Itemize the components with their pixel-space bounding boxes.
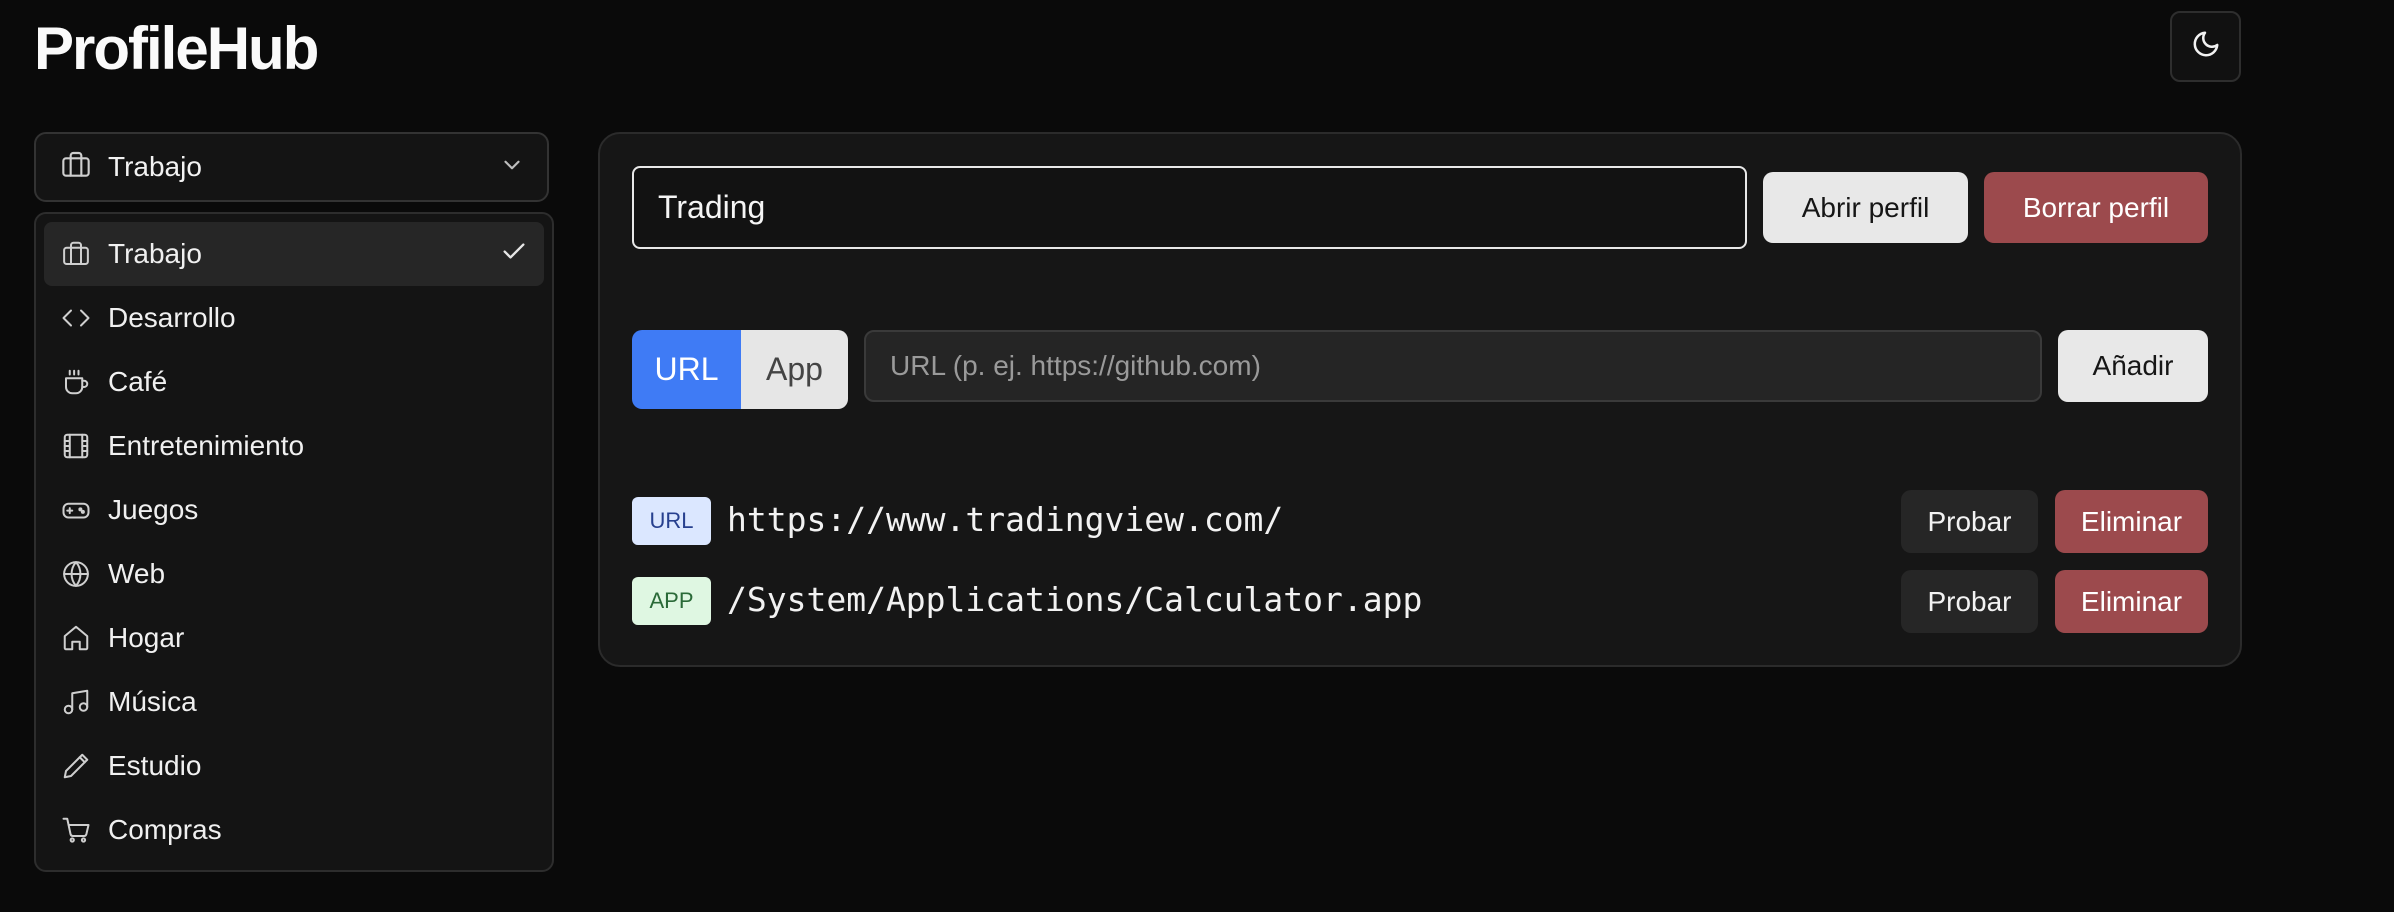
- entry-path: https://www.tradingview.com/: [727, 500, 1284, 539]
- chevron-down-icon: [499, 152, 525, 183]
- menu-item-entretenimiento[interactable]: Entretenimiento: [44, 414, 544, 478]
- cart-icon: [60, 814, 92, 846]
- menu-item-juegos[interactable]: Juegos: [44, 478, 544, 542]
- menu-item-cafe[interactable]: Café: [44, 350, 544, 414]
- moon-icon: [2191, 29, 2221, 64]
- test-entry-button[interactable]: Probar: [1901, 490, 2038, 553]
- app-logo: ProfileHub: [34, 15, 319, 82]
- menu-item-label: Desarrollo: [108, 302, 236, 333]
- menu-item-desarrollo[interactable]: Desarrollo: [44, 286, 544, 350]
- gamepad-icon: [60, 494, 92, 526]
- menu-item-musica[interactable]: Música: [44, 670, 544, 734]
- profile-name-input[interactable]: Trading: [632, 166, 1747, 249]
- entry-type-toggle: URL App: [632, 330, 848, 409]
- type-option-app[interactable]: App: [741, 330, 848, 409]
- entry-type-badge: APP: [632, 577, 711, 625]
- film-icon: [60, 430, 92, 462]
- music-icon: [60, 686, 92, 718]
- url-input[interactable]: URL (p. ej. https://github.com): [864, 330, 2042, 402]
- profile-select-value: Trabajo: [108, 151, 202, 182]
- entry-path: /System/Applications/Calculator.app: [727, 580, 1423, 619]
- remove-entry-button[interactable]: Eliminar: [2055, 570, 2208, 633]
- profile-select[interactable]: Trabajo: [34, 132, 549, 202]
- home-icon: [60, 622, 92, 654]
- test-entry-button[interactable]: Probar: [1901, 570, 2038, 633]
- menu-item-label: Juegos: [108, 494, 199, 525]
- menu-item-web[interactable]: Web: [44, 542, 544, 606]
- pencil-icon: [60, 750, 92, 782]
- type-option-url[interactable]: URL: [632, 330, 741, 409]
- menu-item-hogar[interactable]: Hogar: [44, 606, 544, 670]
- menu-item-label: Estudio: [108, 750, 202, 781]
- menu-item-label: Web: [108, 558, 166, 589]
- menu-item-label: Hogar: [108, 622, 185, 653]
- check-icon: [500, 237, 528, 272]
- code-icon: [60, 302, 92, 334]
- add-entry-button[interactable]: Añadir: [2058, 330, 2208, 402]
- delete-profile-button[interactable]: Borrar perfil: [1984, 172, 2208, 243]
- menu-item-estudio[interactable]: Estudio: [44, 734, 544, 798]
- globe-icon: [60, 558, 92, 590]
- menu-item-trabajo[interactable]: Trabajo: [44, 222, 544, 286]
- menu-item-label: Trabajo: [108, 238, 202, 269]
- coffee-icon: [60, 366, 92, 398]
- theme-toggle-button[interactable]: [2170, 11, 2241, 82]
- briefcase-icon: [60, 238, 92, 270]
- open-profile-button[interactable]: Abrir perfil: [1763, 172, 1968, 243]
- menu-item-label: Música: [108, 686, 197, 717]
- remove-entry-button[interactable]: Eliminar: [2055, 490, 2208, 553]
- menu-item-label: Café: [108, 366, 168, 397]
- menu-item-label: Compras: [108, 814, 222, 845]
- briefcase-icon: [60, 149, 92, 186]
- entry-type-badge: URL: [632, 497, 711, 545]
- menu-item-label: Entretenimiento: [108, 430, 305, 461]
- menu-item-compras[interactable]: Compras: [44, 798, 544, 862]
- profile-dropdown-menu: Trabajo Desarrollo Café Entretenimiento …: [34, 212, 554, 872]
